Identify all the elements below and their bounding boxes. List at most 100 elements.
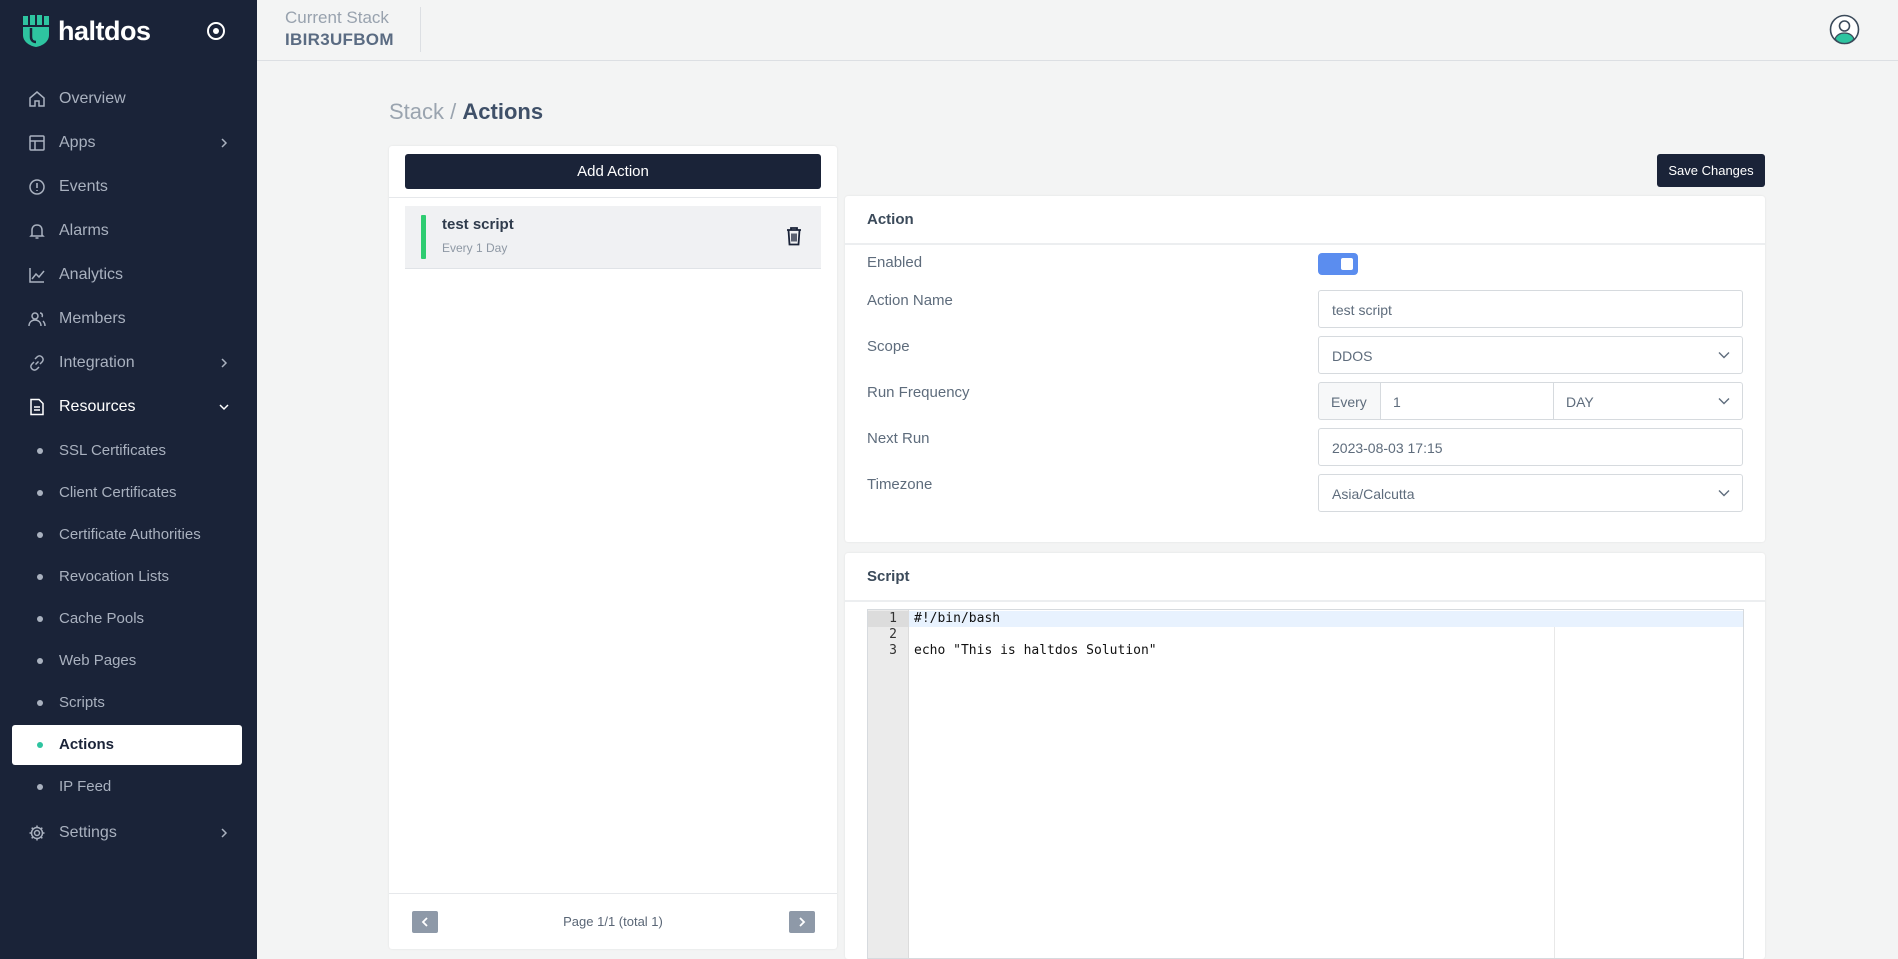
- bullet-icon: [37, 616, 43, 622]
- next-page-button[interactable]: [789, 911, 815, 933]
- divider: [389, 893, 837, 894]
- sidebar: haltdos Overview Apps Events Alarms Anal…: [0, 0, 257, 959]
- users-icon: [28, 312, 46, 327]
- home-icon: [29, 91, 45, 107]
- alert-circle-icon: [29, 179, 45, 195]
- target-icon[interactable]: [204, 19, 228, 43]
- sidebar-subitem-certificate-authorities[interactable]: Certificate Authorities: [12, 515, 242, 555]
- bullet-icon: [37, 784, 43, 790]
- chevron-right-icon: [221, 828, 228, 838]
- sidebar-subitem-ssl-certificates[interactable]: SSL Certificates: [12, 431, 242, 471]
- action-name-input[interactable]: test script: [1318, 290, 1743, 328]
- next-run-label: Next Run: [867, 430, 930, 447]
- action-schedule: Every 1 Day: [442, 241, 508, 255]
- current-stack-value[interactable]: IBIR3UFBOM: [285, 30, 394, 50]
- scope-select[interactable]: DDOS: [1318, 336, 1743, 374]
- sidebar-item-integration[interactable]: Integration: [0, 343, 257, 383]
- sidebar-item-label: Settings: [59, 824, 117, 841]
- sidebar-item-label: Apps: [59, 134, 96, 151]
- frequency-prefix-text: Every: [1331, 394, 1367, 410]
- enabled-toggle[interactable]: [1318, 253, 1358, 275]
- page-title: Actions: [462, 99, 544, 124]
- sidebar-item-settings[interactable]: Settings: [0, 813, 257, 853]
- sidebar-item-events[interactable]: Events: [0, 167, 257, 207]
- top-header: Current Stack IBIR3UFBOM: [257, 0, 1898, 61]
- sidebar-subitem-client-certificates[interactable]: Client Certificates: [12, 473, 242, 513]
- timezone-select[interactable]: Asia/Calcutta: [1318, 474, 1743, 512]
- next-run-value: 2023-08-03 17:15: [1332, 440, 1443, 456]
- action-name-label: Action Name: [867, 292, 953, 309]
- code-line: #!/bin/bash: [914, 611, 1001, 626]
- chevron-right-icon: [221, 358, 228, 368]
- user-avatar-icon[interactable]: [1829, 14, 1860, 45]
- line-number: 1: [889, 611, 897, 626]
- add-action-button[interactable]: Add Action: [405, 154, 821, 189]
- sidebar-subitem-ip-feed[interactable]: IP Feed: [12, 767, 242, 807]
- save-changes-button[interactable]: Save Changes: [1657, 154, 1765, 187]
- next-run-input[interactable]: 2023-08-03 17:15: [1318, 428, 1743, 466]
- sidebar-item-members[interactable]: Members: [0, 299, 257, 339]
- sidebar-item-label: Members: [59, 310, 126, 327]
- chevron-down-icon: [1718, 352, 1730, 359]
- divider: [845, 600, 1765, 602]
- scope-label: Scope: [867, 338, 910, 355]
- sidebar-subitem-label: Revocation Lists: [59, 568, 170, 585]
- haltdos-logo-icon: [23, 15, 49, 47]
- brand-name: haltdos: [58, 15, 151, 46]
- enabled-label: Enabled: [867, 254, 923, 271]
- frequency-value: 1: [1393, 394, 1401, 410]
- line-number-gutter: [868, 610, 909, 958]
- sidebar-subitem-actions[interactable]: Actions: [12, 725, 242, 765]
- sidebar-subitem-revocation-lists[interactable]: Revocation Lists: [12, 557, 242, 597]
- action-name-value: test script: [1332, 302, 1392, 318]
- chevron-down-icon: [219, 404, 229, 411]
- sidebar-subitem-label: Certificate Authorities: [59, 526, 201, 543]
- frequency-unit-select[interactable]: DAY: [1553, 382, 1743, 420]
- action-name: test script: [442, 216, 514, 233]
- bullet-icon: [37, 574, 43, 580]
- run-frequency-label: Run Frequency: [867, 384, 970, 401]
- chevron-down-icon: [1718, 490, 1730, 497]
- sidebar-item-label: Alarms: [59, 222, 109, 239]
- frequency-unit-value: DAY: [1566, 394, 1594, 410]
- bullet-icon: [37, 448, 43, 454]
- line-number: 2: [889, 627, 897, 642]
- sidebar-item-label: Integration: [59, 354, 135, 371]
- sidebar-item-apps[interactable]: Apps: [0, 123, 257, 163]
- action-form-card: Action Enabled Action Name test script S…: [845, 196, 1765, 542]
- sidebar-item-alarms[interactable]: Alarms: [0, 211, 257, 251]
- breadcrumb: Stack / Actions: [389, 99, 543, 125]
- layout-icon: [29, 135, 45, 151]
- breadcrumb-parent[interactable]: Stack: [389, 99, 444, 124]
- sidebar-subitem-cache-pools[interactable]: Cache Pools: [12, 599, 242, 639]
- list-item[interactable]: test script Every 1 Day: [405, 206, 821, 269]
- sidebar-subitem-label: IP Feed: [59, 778, 112, 795]
- sidebar-subitem-label: Web Pages: [59, 652, 137, 669]
- toggle-knob: [1341, 258, 1353, 270]
- sidebar-subitem-label: SSL Certificates: [59, 442, 166, 459]
- print-margin: [1554, 627, 1555, 958]
- sidebar-item-resources[interactable]: Resources: [0, 387, 257, 427]
- chevron-right-icon: [221, 138, 228, 148]
- brand[interactable]: haltdos: [22, 14, 151, 48]
- card-title: Script: [867, 568, 910, 585]
- frequency-value-input[interactable]: 1: [1380, 382, 1554, 420]
- status-indicator: [421, 215, 426, 259]
- sidebar-subitem-scripts[interactable]: Scripts: [12, 683, 242, 723]
- sidebar-item-label: Analytics: [59, 266, 124, 283]
- header-divider: [420, 7, 421, 52]
- sidebar-item-analytics[interactable]: Analytics: [0, 255, 257, 295]
- sidebar-subitem-label: Scripts: [59, 694, 105, 711]
- trash-icon[interactable]: [785, 226, 803, 246]
- sidebar-item-overview[interactable]: Overview: [0, 79, 257, 119]
- script-code-editor[interactable]: 1 2 3 #!/bin/bash echo "This is haltdos …: [867, 609, 1744, 959]
- sidebar-item-label: Resources: [59, 398, 136, 415]
- script-card: Script 1 2 3 #!/bin/bash echo "This is h…: [845, 553, 1765, 959]
- bullet-icon: [37, 742, 43, 748]
- sidebar-subitem-label: Client Certificates: [59, 484, 177, 501]
- sidebar-subitem-web-pages[interactable]: Web Pages: [12, 641, 242, 681]
- code-line: echo "This is haltdos Solution": [914, 643, 1157, 658]
- bell-icon: [29, 224, 45, 239]
- actions-list-panel: Add Action test script Every 1 Day Page …: [389, 146, 837, 949]
- breadcrumb-separator: /: [450, 99, 457, 124]
